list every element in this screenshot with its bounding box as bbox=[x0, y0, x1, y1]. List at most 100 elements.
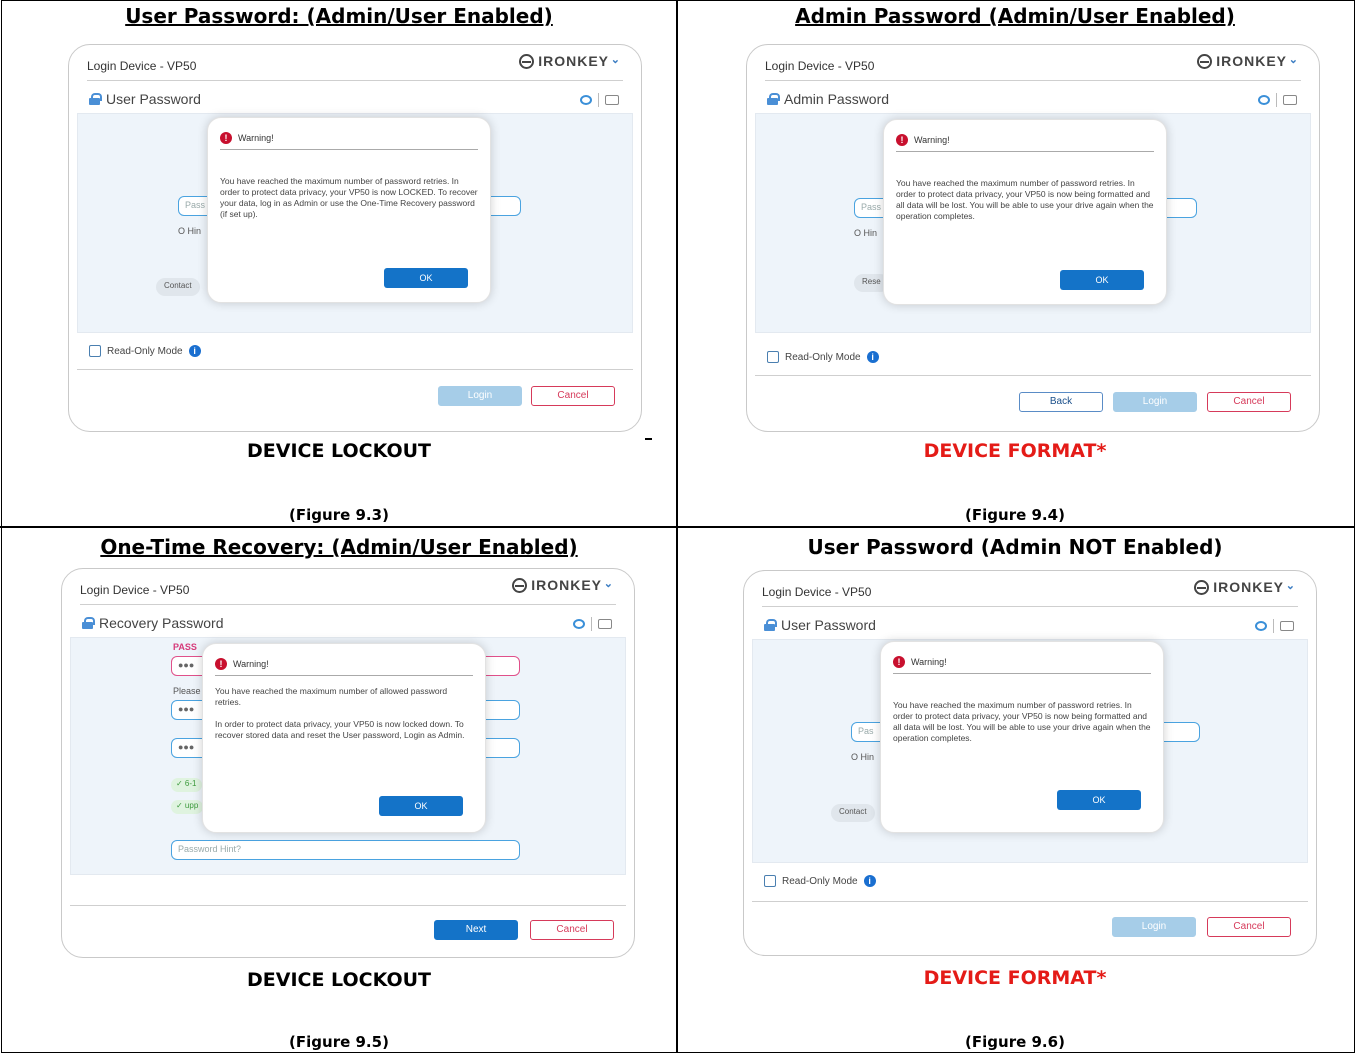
section-title: Admin Password bbox=[767, 91, 889, 107]
toolbar bbox=[1258, 93, 1297, 107]
window-header: Login Device - VP50 IRONKEY ⌄ bbox=[87, 45, 623, 81]
figure-label: (Figure 9.5) bbox=[289, 1033, 389, 1051]
footer-divider bbox=[70, 905, 626, 906]
window-title: Login Device - VP50 bbox=[87, 59, 197, 73]
window-header: Login Device - VP50 IRONKEY ⌄ bbox=[80, 569, 616, 605]
eye-icon[interactable] bbox=[1258, 95, 1270, 105]
brand-logo: IRONKEY ⌄ bbox=[1197, 53, 1298, 69]
contact-pill[interactable]: Contact bbox=[156, 278, 200, 296]
figure-label: (Figure 9.4) bbox=[965, 506, 1065, 524]
brand-name: IRONKEY bbox=[1213, 579, 1284, 595]
brand-name: IRONKEY bbox=[1216, 53, 1287, 69]
warning-dialog: ! Warning! You have reached the maximum n… bbox=[880, 641, 1164, 833]
read-only-label: Read-Only Mode bbox=[785, 351, 861, 363]
caption: DEVICE LOCKOUT bbox=[247, 440, 431, 462]
dialog-screenshot: Login Device - VP50 IRONKEY ⌄ User Passwo… bbox=[743, 570, 1317, 956]
eye-icon[interactable] bbox=[580, 95, 592, 105]
eye-icon[interactable] bbox=[1255, 621, 1267, 631]
ok-button[interactable]: OK bbox=[379, 796, 463, 816]
footer-divider bbox=[752, 901, 1308, 902]
brand-logo: IRONKEY ⌄ bbox=[1194, 579, 1295, 595]
ok-button[interactable]: OK bbox=[1060, 270, 1144, 290]
ironkey-logo-icon bbox=[512, 577, 528, 593]
back-button[interactable]: Back bbox=[1019, 392, 1103, 412]
warning-title: Warning! bbox=[233, 658, 269, 669]
window-header: Login Device - VP50 IRONKEY ⌄ bbox=[762, 571, 1298, 607]
figure-label: (Figure 9.6) bbox=[965, 1033, 1065, 1051]
warning-icon: ! bbox=[896, 133, 908, 146]
read-only-checkbox[interactable] bbox=[89, 345, 101, 357]
read-only-checkbox[interactable] bbox=[767, 351, 779, 363]
toolbar-divider bbox=[598, 93, 599, 107]
warning-dialog: ! Warning! You have reached the maximum n… bbox=[202, 643, 486, 833]
warning-title: Warning! bbox=[911, 656, 947, 667]
password-label: PASS bbox=[173, 642, 197, 652]
warning-dialog: ! Warning! You have reached the maximum n… bbox=[883, 119, 1167, 305]
section-title-text: User Password bbox=[781, 617, 876, 633]
cancel-button[interactable]: Cancel bbox=[531, 386, 615, 406]
toolbar-divider bbox=[1273, 619, 1274, 633]
cell-title: User Password: (Admin/User Enabled) bbox=[125, 4, 553, 28]
password-hint-input[interactable]: Password Hint? bbox=[171, 840, 520, 860]
read-only-option: Read-Only Mode i bbox=[89, 345, 201, 357]
ironkey-logo-icon bbox=[1197, 53, 1213, 69]
read-only-checkbox[interactable] bbox=[764, 875, 776, 887]
info-icon[interactable]: i bbox=[863, 875, 876, 887]
read-only-label: Read-Only Mode bbox=[782, 875, 858, 887]
contact-pill[interactable]: Contact bbox=[831, 804, 875, 822]
cancel-button[interactable]: Cancel bbox=[1207, 917, 1291, 937]
caption: DEVICE FORMAT* bbox=[923, 440, 1107, 462]
keyboard-icon[interactable] bbox=[1283, 95, 1297, 105]
hint-toggle[interactable]: O Hin bbox=[854, 228, 877, 238]
lock-icon bbox=[82, 617, 95, 629]
eye-icon[interactable] bbox=[573, 619, 585, 629]
window-title: Login Device - VP50 bbox=[765, 59, 875, 73]
login-button[interactable]: Login bbox=[1113, 392, 1197, 412]
keyboard-icon[interactable] bbox=[598, 619, 612, 629]
next-button[interactable]: Next bbox=[434, 920, 518, 940]
cell-figure-9-4: Admin Password (Admin/User Enabled) Logi… bbox=[677, 0, 1353, 526]
footer-divider bbox=[755, 375, 1311, 376]
login-button[interactable]: Login bbox=[1112, 917, 1196, 937]
lock-icon bbox=[764, 619, 777, 631]
brand-name: IRONKEY bbox=[538, 53, 609, 69]
ok-button[interactable]: OK bbox=[384, 268, 468, 288]
lock-icon bbox=[89, 93, 102, 105]
cancel-button[interactable]: Cancel bbox=[1207, 392, 1291, 412]
footer-divider bbox=[77, 369, 633, 370]
section-title-text: Recovery Password bbox=[99, 615, 224, 631]
hint-toggle[interactable]: O Hin bbox=[178, 226, 201, 236]
rule-length-chip: ✓ 6-1 bbox=[171, 778, 202, 792]
read-only-option: Read-Only Mode i bbox=[767, 351, 879, 363]
login-button[interactable]: Login bbox=[438, 386, 522, 406]
warning-icon: ! bbox=[893, 655, 905, 668]
info-icon[interactable]: i bbox=[866, 351, 879, 363]
window-title: Login Device - VP50 bbox=[80, 583, 190, 597]
warning-message: You have reached the maximum number of p… bbox=[896, 178, 1154, 221]
warning-icon: ! bbox=[215, 657, 227, 670]
chevron-down-icon[interactable]: ⌄ bbox=[1289, 53, 1299, 66]
toolbar bbox=[573, 617, 612, 631]
warning-message: You have reached the maximum number of p… bbox=[893, 700, 1151, 743]
cancel-button[interactable]: Cancel bbox=[530, 920, 614, 940]
figure-label: (Figure 9.3) bbox=[289, 506, 389, 524]
ironkey-logo-icon bbox=[519, 53, 535, 69]
section-title: User Password bbox=[89, 91, 201, 107]
chevron-down-icon[interactable]: ⌄ bbox=[1286, 579, 1296, 592]
chevron-down-icon[interactable]: ⌄ bbox=[611, 53, 621, 66]
warning-dialog: ! Warning! You have reached the maximum n… bbox=[207, 117, 491, 303]
warning-icon: ! bbox=[220, 131, 232, 144]
keyboard-icon[interactable] bbox=[605, 95, 619, 105]
confirm-label: Please bbox=[173, 686, 201, 696]
cell-title: User Password (Admin NOT Enabled) bbox=[807, 535, 1223, 559]
toolbar-divider bbox=[591, 617, 592, 631]
rule-uppercase-chip: ✓ upp bbox=[171, 800, 204, 814]
section-title-text: User Password bbox=[106, 91, 201, 107]
caption: DEVICE FORMAT* bbox=[923, 967, 1107, 989]
hint-toggle[interactable]: O Hin bbox=[851, 752, 874, 762]
info-icon[interactable]: i bbox=[188, 345, 201, 357]
keyboard-icon[interactable] bbox=[1280, 621, 1294, 631]
ok-button[interactable]: OK bbox=[1057, 790, 1141, 810]
chevron-down-icon[interactable]: ⌄ bbox=[604, 577, 614, 590]
warning-header: ! Warning! bbox=[215, 652, 473, 676]
